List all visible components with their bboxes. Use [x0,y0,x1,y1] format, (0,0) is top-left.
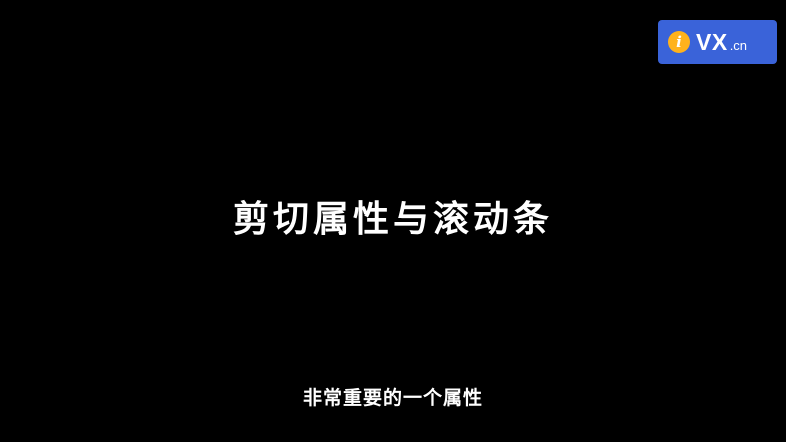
ivx-logo-suffix: .cn [729,37,748,53]
ivx-i-icon: i [668,31,690,53]
ivx-logo: i VX .cn [658,20,777,64]
video-subtitle: 非常重要的一个属性 [302,387,483,409]
ivx-logo-brand: VX [696,28,728,55]
video-frame: i VX .cn 剪切属性与滚动条 非常重要的一个属性 [0,0,786,442]
slide-title: 剪切属性与滚动条 [232,199,553,240]
